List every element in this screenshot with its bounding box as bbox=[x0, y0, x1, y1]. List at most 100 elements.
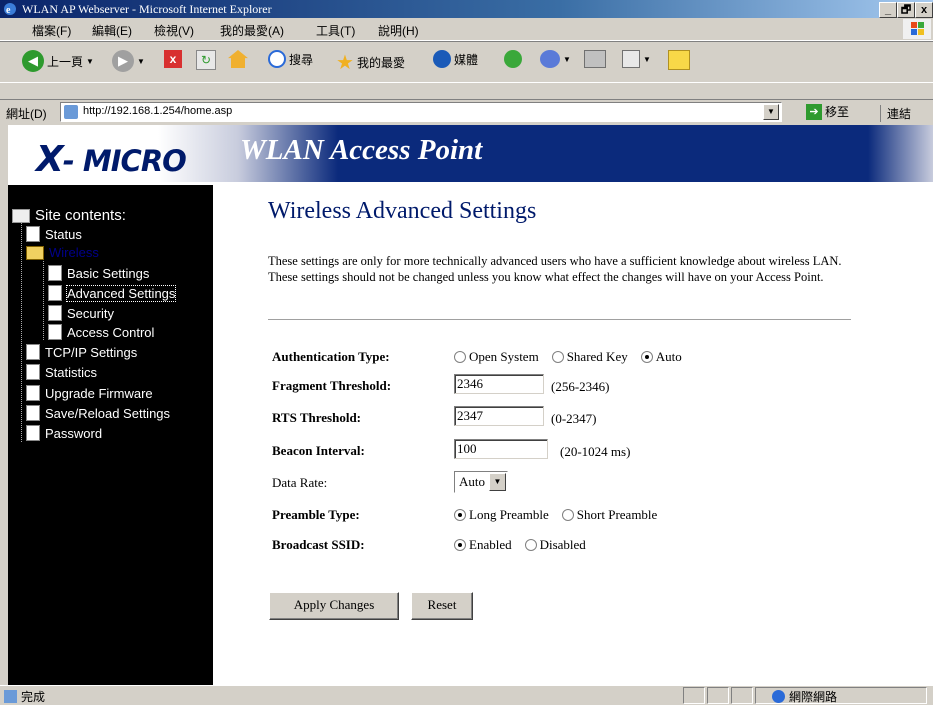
radio-long-preamble[interactable]: Long Preamble bbox=[454, 507, 549, 523]
edit-button[interactable]: ▼ bbox=[622, 50, 651, 68]
apply-changes-button[interactable]: Apply Changes bbox=[269, 592, 399, 620]
chevron-down-icon: ▼ bbox=[137, 56, 145, 66]
auth-type-label: Authentication Type: bbox=[272, 349, 390, 364]
go-label: 移至 bbox=[825, 105, 850, 119]
radio-short-preamble[interactable]: Short Preamble bbox=[561, 507, 657, 523]
mail-button[interactable]: ▼ bbox=[540, 50, 571, 68]
print-button[interactable] bbox=[584, 50, 606, 68]
back-button[interactable]: ◀ 上一頁 ▼ bbox=[22, 50, 94, 72]
menu-tools[interactable]: 工具(T) bbox=[316, 22, 355, 39]
tree-line bbox=[21, 217, 22, 442]
broadcast-ssid-group: Enabled Disabled bbox=[454, 537, 599, 553]
beacon-interval-label: Beacon Interval: bbox=[272, 443, 365, 458]
fragment-threshold-input[interactable] bbox=[454, 374, 544, 394]
beacon-interval-input[interactable] bbox=[454, 439, 548, 459]
menu-view[interactable]: 檢視(V) bbox=[154, 22, 194, 39]
radio-open-system[interactable]: Open System bbox=[454, 349, 539, 365]
history-button[interactable] bbox=[504, 50, 522, 68]
svg-text:e: e bbox=[6, 5, 11, 16]
data-rate-select[interactable]: Auto ▼ bbox=[454, 471, 508, 493]
sidebar-item-status[interactable]: Status bbox=[26, 226, 82, 242]
sidebar-item-tcpip-settings[interactable]: TCP/IP Settings bbox=[26, 344, 137, 360]
favorites-label: 我的最愛 bbox=[356, 56, 405, 70]
sidebar-item-upgrade-firmware[interactable]: Upgrade Firmware bbox=[26, 385, 153, 401]
status-pane bbox=[707, 687, 729, 704]
radio-auto[interactable]: Auto bbox=[640, 349, 682, 365]
auth-type-group: Open System Shared Key Auto bbox=[454, 349, 695, 365]
fragment-threshold-range: (256-2346) bbox=[551, 379, 610, 394]
mail-icon bbox=[540, 50, 560, 68]
address-url: http://192.168.1.254/home.asp bbox=[83, 105, 233, 117]
page-description: These settings are only for more technic… bbox=[268, 254, 842, 284]
home-button[interactable] bbox=[228, 50, 248, 68]
radio-enabled[interactable]: Enabled bbox=[454, 537, 512, 553]
tree-line bbox=[43, 255, 44, 340]
sidebar-item-wireless[interactable]: Wireless bbox=[26, 245, 99, 260]
preamble-type-label: Preamble Type: bbox=[272, 507, 360, 522]
links-button[interactable]: 連結 bbox=[880, 105, 911, 122]
document-icon bbox=[26, 226, 40, 242]
data-rate-row: Auto ▼ bbox=[454, 471, 508, 493]
back-label: 上一頁 bbox=[47, 54, 84, 69]
page-title: Wireless Advanced Settings bbox=[268, 198, 537, 224]
sidebar-item-security[interactable]: Security bbox=[48, 305, 114, 321]
chevron-down-icon: ▼ bbox=[489, 473, 506, 491]
sidebar: Site contents: Status Wireless Basic Set… bbox=[8, 185, 213, 685]
stop-icon: x bbox=[164, 50, 182, 68]
menu-file[interactable]: 檔案(F) bbox=[32, 22, 71, 39]
refresh-button[interactable]: ↻ bbox=[196, 50, 216, 70]
search-button[interactable]: 搜尋 bbox=[268, 50, 313, 68]
rts-threshold-label: RTS Threshold: bbox=[272, 410, 362, 425]
forward-button[interactable]: ▶ ▼ bbox=[112, 50, 145, 72]
status-left: 完成 bbox=[4, 688, 45, 705]
beacon-interval-row: (20-1024 ms) bbox=[454, 438, 630, 460]
sidebar-item-basic-settings[interactable]: Basic Settings bbox=[48, 265, 149, 281]
menu-edit[interactable]: 編輯(E) bbox=[92, 22, 132, 39]
ie-icon: e bbox=[3, 2, 17, 16]
radio-checked-icon bbox=[454, 509, 466, 521]
sidebar-item-password[interactable]: Password bbox=[26, 425, 102, 441]
restore-button[interactable]: 🗗 bbox=[897, 2, 915, 18]
reset-button[interactable]: Reset bbox=[411, 592, 473, 620]
radio-disabled[interactable]: Disabled bbox=[524, 537, 586, 553]
forward-arrow-icon: ▶ bbox=[112, 50, 134, 72]
radio-shared-key[interactable]: Shared Key bbox=[551, 349, 628, 365]
status-pane bbox=[683, 687, 705, 704]
sidebar-item-advanced-settings[interactable]: Advanced Settings bbox=[48, 284, 177, 302]
document-icon bbox=[26, 405, 40, 421]
search-icon bbox=[268, 50, 286, 68]
stop-button[interactable]: x bbox=[164, 50, 182, 68]
sidebar-header: Site contents: bbox=[12, 207, 126, 224]
broadcast-ssid-label: Broadcast SSID: bbox=[272, 537, 365, 552]
media-label: 媒體 bbox=[454, 52, 479, 67]
messenger-button[interactable] bbox=[668, 50, 690, 70]
rts-threshold-input[interactable] bbox=[454, 406, 544, 426]
address-input[interactable]: http://192.168.1.254/home.asp ▼ bbox=[60, 102, 782, 122]
search-label: 搜尋 bbox=[289, 52, 314, 67]
go-button[interactable]: ➔ 移至 bbox=[806, 103, 849, 120]
brand-logo: X- MICRO bbox=[36, 139, 187, 180]
close-button[interactable]: x bbox=[915, 2, 933, 18]
document-icon bbox=[48, 265, 62, 281]
banner-title: WLAN Access Point bbox=[240, 134, 483, 166]
folder-open-icon bbox=[26, 245, 44, 260]
fragment-threshold-label: Fragment Threshold: bbox=[272, 378, 392, 393]
sidebar-item-access-control[interactable]: Access Control bbox=[48, 324, 154, 340]
menu-help[interactable]: 說明(H) bbox=[378, 22, 419, 39]
document-icon bbox=[26, 344, 40, 360]
chevron-down-icon: ▼ bbox=[643, 54, 651, 64]
favorites-button[interactable]: ★ 我的最愛 bbox=[336, 50, 405, 75]
beacon-interval-range: (20-1024 ms) bbox=[560, 444, 631, 459]
sidebar-item-save-reload-settings[interactable]: Save/Reload Settings bbox=[26, 405, 170, 421]
chevron-down-icon[interactable]: ▼ bbox=[763, 104, 779, 120]
media-button[interactable]: 媒體 bbox=[433, 50, 478, 68]
sidebar-item-statistics[interactable]: Statistics bbox=[26, 364, 97, 380]
minimize-button[interactable]: _ bbox=[879, 2, 897, 18]
go-arrow-icon: ➔ bbox=[806, 103, 822, 120]
menu-favorites[interactable]: 我的最愛(A) bbox=[220, 22, 284, 39]
radio-checked-icon bbox=[454, 539, 466, 551]
radio-icon bbox=[551, 351, 564, 363]
page-banner: X- MICRO WLAN Access Point bbox=[8, 125, 933, 182]
window-titlebar: e WLAN AP Webserver - Microsoft Internet… bbox=[0, 0, 933, 18]
rts-threshold-range: (0-2347) bbox=[551, 411, 597, 426]
